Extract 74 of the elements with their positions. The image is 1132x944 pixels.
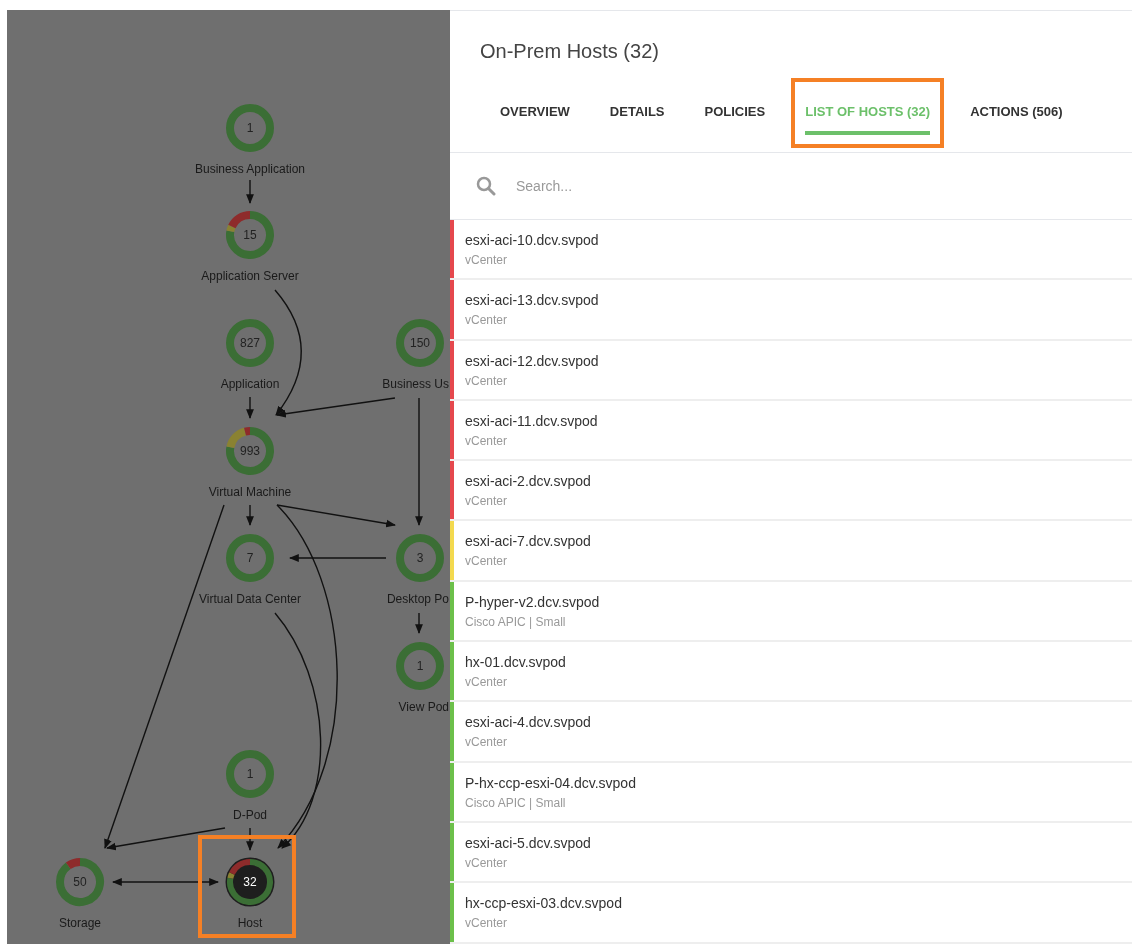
host-source: vCenter (465, 373, 509, 388)
host-name: hx-ccp-esxi-03.dcv.svpod (465, 894, 622, 913)
host-source: vCenter (465, 494, 509, 509)
node-label: Host (237, 917, 263, 929)
host-name: esxi-aci-5.dcv.svpod (465, 833, 591, 852)
node-label: D-Pod (233, 809, 267, 821)
search-field[interactable]: Search... (516, 175, 916, 197)
host-row[interactable]: esxi-aci-11.dcv.svpod vCenter (450, 400, 1132, 462)
node-count: 150 (410, 337, 430, 349)
search-icon (476, 176, 496, 196)
host-name: hx-01.dcv.svpod (465, 653, 566, 672)
host-source: Cisco APIC | Small (465, 795, 567, 810)
node-count: 1 (246, 768, 254, 780)
host-name: esxi-aci-7.dcv.svpod (465, 532, 591, 551)
host-name: esxi-aci-11.dcv.svpod (465, 411, 598, 430)
tab[interactable]: OVERVIEW (486, 77, 584, 148)
node-count: 15 (243, 229, 257, 241)
host-row[interactable]: esxi-aci-10.dcv.svpod vCenter (450, 220, 1132, 281)
edge-arrow (415, 612, 423, 634)
host-row[interactable]: esxi-aci-7.dcv.svpod vCenter (450, 521, 1132, 582)
node-count: 827 (240, 337, 260, 349)
host-source: vCenter (465, 735, 509, 750)
panel-title: On-Prem Hosts (32) (479, 39, 660, 64)
host-row[interactable]: esxi-aci-4.dcv.svpod vCenter (450, 702, 1132, 763)
status-donut[interactable] (225, 318, 275, 368)
host-row[interactable]: esxi-aci-13.dcv.svpod vCenter (450, 280, 1132, 341)
host-source: vCenter (465, 855, 509, 870)
node-count: 1 (246, 122, 254, 134)
node-count: 7 (246, 552, 254, 564)
host-row[interactable]: hx-01.dcv.svpod vCenter (450, 642, 1132, 703)
node-count: 1 (416, 660, 424, 672)
node-label: Application Server (201, 270, 299, 282)
node-label: Application (220, 378, 280, 390)
host-source: vCenter (465, 675, 509, 690)
edge-arrow (246, 396, 254, 419)
host-row[interactable]: P-hx-ccp-esxi-04.dcv.svpod Cisco APIC | Small (450, 762, 1132, 823)
node-label: Business Application (194, 163, 306, 175)
node-label: Virtual Machine (208, 486, 292, 498)
tab[interactable]: POLICIES (690, 77, 780, 148)
host-row[interactable]: esxi-aci-12.dcv.svpod vCenter (450, 340, 1132, 401)
tab[interactable]: ACTIONS (506) (956, 77, 1077, 148)
host-name: P-hyper-v2.dcv.svpod (465, 592, 600, 611)
host-source: Cisco APIC | Small (465, 614, 567, 629)
node-label: Business Us (382, 378, 449, 390)
tab[interactable]: DETAILS (595, 77, 679, 148)
node-count: 32 (243, 876, 257, 888)
host-row[interactable]: esxi-aci-5.dcv.svpod vCenter (450, 822, 1132, 884)
host-name: esxi-aci-4.dcv.svpod (465, 713, 591, 732)
host-source: vCenter (465, 253, 509, 267)
node-label: Desktop Po (386, 593, 449, 605)
host-name: P-hx-ccp-esxi-04.dcv.svpod (465, 773, 636, 792)
host-source: vCenter (465, 433, 509, 448)
host-row[interactable]: hx-ccp-esxi-03.dcv.svpod vCenter (450, 883, 1132, 944)
status-donut[interactable] (225, 857, 275, 907)
host-source: vCenter (465, 554, 509, 569)
status-donut[interactable] (225, 426, 275, 476)
status-donut[interactable] (395, 318, 445, 368)
edge-arrow (246, 827, 254, 851)
host-name: esxi-aci-10.dcv.svpod (465, 231, 599, 249)
host-name: esxi-aci-13.dcv.svpod (465, 291, 599, 310)
host-row[interactable]: esxi-aci-2.dcv.svpod vCenter (450, 461, 1132, 522)
node-label: View Pod (398, 701, 449, 713)
host-source: vCenter (465, 313, 509, 328)
host-name: esxi-aci-2.dcv.svpod (465, 472, 591, 491)
host-name: esxi-aci-12.dcv.svpod (465, 351, 599, 370)
node-label: Virtual Data Center (199, 593, 301, 605)
node-count: 993 (240, 445, 260, 457)
edge-arrow (246, 179, 254, 204)
edge-arrow (246, 504, 254, 526)
node-label: Storage (59, 917, 101, 929)
node-count: 3 (416, 552, 424, 564)
host-row[interactable]: P-hyper-v2.dcv.svpod Cisco APIC | Small (450, 581, 1132, 643)
host-source: vCenter (465, 916, 509, 931)
node-count: 50 (73, 876, 87, 888)
